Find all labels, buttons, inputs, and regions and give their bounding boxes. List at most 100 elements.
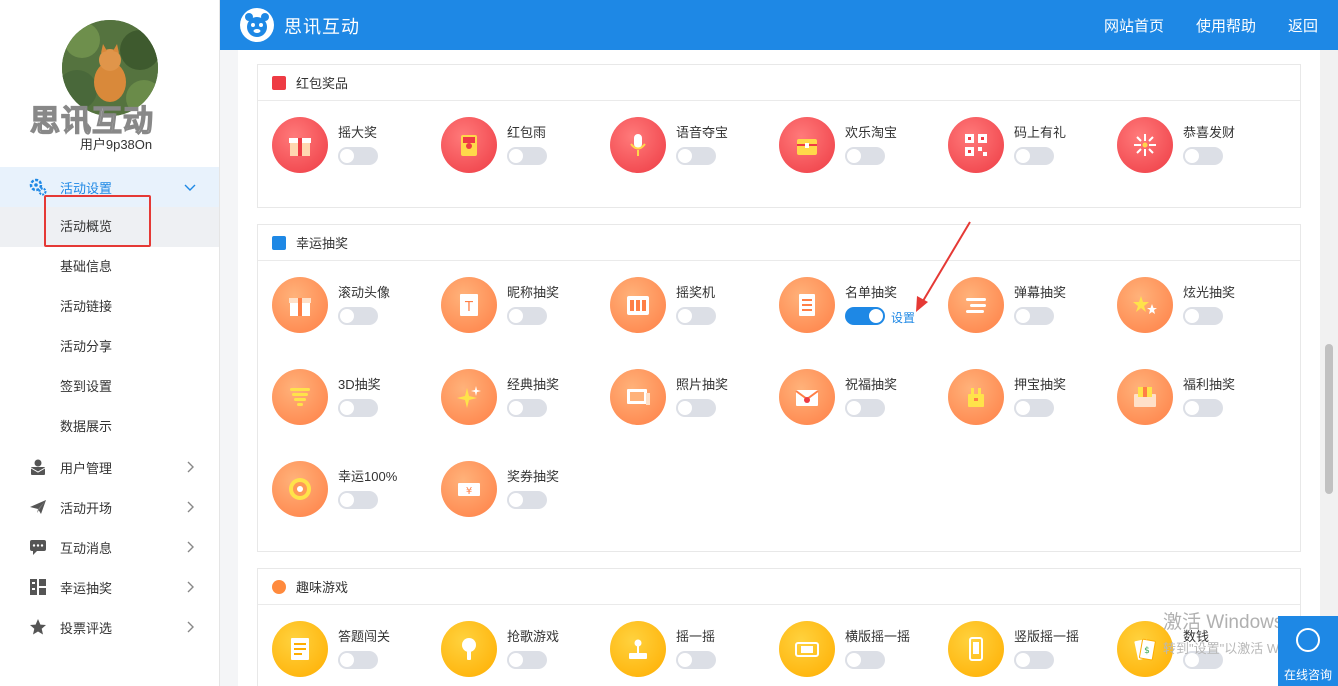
feature-item: 经典抽奖 bbox=[441, 369, 606, 439]
nav-back-link[interactable]: 返回 bbox=[1288, 15, 1318, 36]
feature-label: 滚动头像 bbox=[338, 285, 391, 300]
feature-label: 幸运100% bbox=[338, 469, 398, 484]
feature-item: 摇大奖 bbox=[272, 117, 437, 187]
page-scrollbar[interactable] bbox=[1320, 50, 1338, 686]
feature-toggle[interactable] bbox=[845, 399, 885, 417]
tornado-icon bbox=[272, 369, 328, 425]
feature-toggle[interactable] bbox=[845, 307, 885, 325]
feature-item: 摇奖机 bbox=[610, 277, 775, 347]
star-icon bbox=[28, 617, 48, 637]
feature-toggle[interactable] bbox=[338, 651, 378, 669]
user-envelope-icon bbox=[28, 457, 48, 477]
feature-toggle[interactable] bbox=[676, 651, 716, 669]
top-header: 思讯互动 网站首页 使用帮助 返回 bbox=[220, 0, 1338, 50]
headset-icon bbox=[1296, 628, 1320, 652]
chevron-right-icon bbox=[187, 461, 194, 473]
section-lucky-draw: 幸运抽奖 滚动头像 T 昵称抽奖 摇奖机 名单抽奖 设置 弹幕抽奖 炫光抽奖 3… bbox=[257, 224, 1301, 552]
feature-toggle[interactable] bbox=[507, 651, 547, 669]
sidebar-subitem-data-display[interactable]: 数据展示 bbox=[0, 407, 219, 447]
red-envelope-icon bbox=[441, 117, 497, 173]
feature-item: 3D抽奖 bbox=[272, 369, 437, 439]
sidebar-subitem-basic-info[interactable]: 基础信息 bbox=[0, 247, 219, 287]
feature-item: T 昵称抽奖 bbox=[441, 277, 606, 347]
feature-label: 3D抽奖 bbox=[338, 377, 381, 392]
chevron-right-icon bbox=[187, 501, 194, 513]
main-content: 红包奖品 摇大奖 红包雨 语音夺宝 欢乐淘宝 码上有礼 恭喜发财 幸运抽奖 滚动… bbox=[238, 50, 1320, 686]
sidebar-item-user-management[interactable]: 用户管理 bbox=[0, 447, 219, 487]
sidebar-subitem-activity-share[interactable]: 活动分享 bbox=[0, 327, 219, 367]
sidebar: 思讯互动 用户9p38On 活动设置 活动概览 基础信息 活动链接 活动分享 签… bbox=[0, 0, 220, 686]
feature-item: 红包雨 bbox=[441, 117, 606, 187]
feature-toggle[interactable] bbox=[1183, 147, 1223, 165]
feature-toggle[interactable] bbox=[1014, 147, 1054, 165]
sidebar-subitem-checkin-settings[interactable]: 签到设置 bbox=[0, 367, 219, 407]
svg-text:¥: ¥ bbox=[466, 486, 472, 497]
feature-item: $ 数钱 bbox=[1117, 621, 1282, 686]
feature-toggle[interactable] bbox=[507, 399, 547, 417]
feature-toggle[interactable] bbox=[1014, 651, 1054, 669]
feature-item: 语音夺宝 bbox=[610, 117, 775, 187]
section-fun-games: 趣味游戏 答题闯关 抢歌游戏 摇一摇 横版摇一摇 竖版摇一摇 $ 数钱 bbox=[257, 568, 1301, 686]
feature-toggle[interactable] bbox=[338, 147, 378, 165]
feature-label: 恭喜发财 bbox=[1183, 125, 1236, 140]
feature-label: 昵称抽奖 bbox=[507, 285, 560, 300]
slot-machine-icon bbox=[610, 277, 666, 333]
feature-label: 欢乐淘宝 bbox=[845, 125, 898, 140]
feature-toggle[interactable] bbox=[845, 147, 885, 165]
sidebar-item-activity-settings[interactable]: 活动设置 bbox=[0, 167, 219, 207]
feature-toggle[interactable] bbox=[507, 147, 547, 165]
wheel-icon bbox=[272, 461, 328, 517]
feature-toggle[interactable] bbox=[507, 491, 547, 509]
sidebar-item-interactive-messages[interactable]: 互动消息 bbox=[0, 527, 219, 567]
section-title: 趣味游戏 bbox=[296, 580, 349, 595]
sidebar-subitem-overview[interactable]: 活动概览 bbox=[0, 207, 219, 247]
feature-toggle[interactable] bbox=[1014, 307, 1054, 325]
feature-toggle[interactable] bbox=[845, 651, 885, 669]
feature-item: 码上有礼 bbox=[948, 117, 1113, 187]
feature-label: 押宝抽奖 bbox=[1014, 377, 1067, 392]
feature-label: 竖版摇一摇 bbox=[1014, 629, 1080, 644]
qr-code-icon bbox=[948, 117, 1004, 173]
sidebar-item-label: 活动开场 bbox=[60, 500, 113, 516]
nav-help-link[interactable]: 使用帮助 bbox=[1196, 15, 1256, 36]
joystick-icon bbox=[610, 621, 666, 677]
feature-toggle[interactable] bbox=[1183, 307, 1223, 325]
feature-toggle[interactable] bbox=[1183, 399, 1223, 417]
feature-label: 语音夺宝 bbox=[676, 125, 729, 140]
feature-label: 码上有礼 bbox=[1014, 125, 1067, 140]
sidebar-item-activity-opening[interactable]: 活动开场 bbox=[0, 487, 219, 527]
nav-home-link[interactable]: 网站首页 bbox=[1104, 15, 1164, 36]
online-consult-button[interactable]: 在线咨询 bbox=[1278, 616, 1338, 686]
feature-item: 福利抽奖 bbox=[1117, 369, 1282, 439]
phone-landscape-icon bbox=[779, 621, 835, 677]
feature-item: 欢乐淘宝 bbox=[779, 117, 944, 187]
palette-icon bbox=[272, 579, 286, 594]
feature-toggle[interactable] bbox=[338, 491, 378, 509]
feature-label: 摇一摇 bbox=[676, 629, 716, 644]
feature-toggle[interactable] bbox=[338, 307, 378, 325]
chevron-right-icon bbox=[187, 621, 194, 633]
gift-box-icon bbox=[272, 117, 328, 173]
sidebar-item-voting[interactable]: 投票评选 bbox=[0, 607, 219, 647]
username: 用户9p38On bbox=[79, 137, 153, 152]
feature-item: 抢歌游戏 bbox=[441, 621, 606, 686]
feature-item: 炫光抽奖 bbox=[1117, 277, 1282, 347]
sidebar-item-lucky-draw[interactable]: 幸运抽奖 bbox=[0, 567, 219, 607]
online-consult-label: 在线咨询 bbox=[1283, 668, 1332, 682]
feature-item: 竖版摇一摇 bbox=[948, 621, 1113, 686]
feature-toggle[interactable] bbox=[676, 307, 716, 325]
scroll-thumb[interactable] bbox=[1325, 344, 1333, 494]
feature-label: 答题闯关 bbox=[338, 629, 391, 644]
feature-label: 横版摇一摇 bbox=[845, 629, 911, 644]
chevron-right-icon bbox=[187, 581, 194, 593]
feature-toggle[interactable] bbox=[1183, 651, 1223, 669]
feature-toggle[interactable] bbox=[507, 307, 547, 325]
feature-toggle[interactable] bbox=[676, 147, 716, 165]
feature-toggle[interactable] bbox=[676, 399, 716, 417]
microphone-icon bbox=[610, 117, 666, 173]
feature-toggle[interactable] bbox=[1014, 399, 1054, 417]
feature-toggle[interactable] bbox=[338, 399, 378, 417]
envelope-icon bbox=[779, 369, 835, 425]
sidebar-subitem-activity-link[interactable]: 活动链接 bbox=[0, 287, 219, 327]
sparkle-icon bbox=[441, 369, 497, 425]
